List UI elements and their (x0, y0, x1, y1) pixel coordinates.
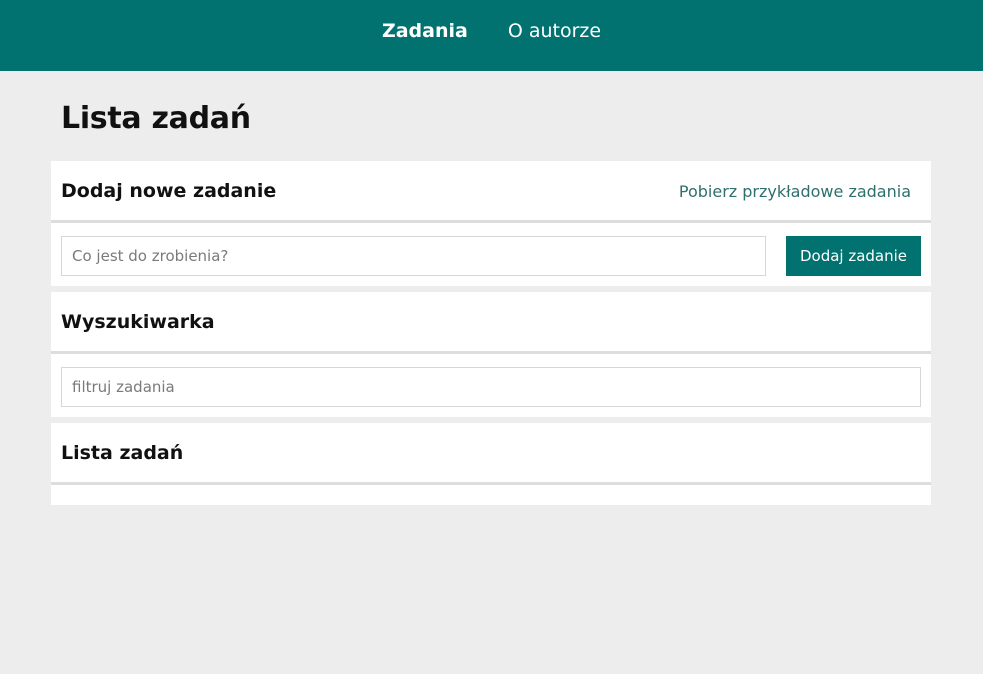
add-task-card-header: Dodaj nowe zadanie Pobierz przykładowe z… (51, 161, 931, 223)
nav-item-zadania[interactable]: Zadania (382, 20, 468, 48)
task-list-card: Lista zadań (51, 423, 931, 505)
main-nav: Zadania O autorze (0, 20, 983, 48)
search-card-body (51, 354, 931, 417)
add-task-card-body: Dodaj zadanie (51, 223, 931, 286)
search-card: Wyszukiwarka (51, 292, 931, 417)
new-task-input[interactable] (61, 236, 766, 276)
page-title: Lista zadań (61, 101, 251, 136)
task-list (51, 485, 931, 505)
fetch-sample-tasks-link[interactable]: Pobierz przykładowe zadania (679, 182, 911, 201)
filter-tasks-input[interactable] (61, 367, 921, 407)
task-list-title: Lista zadań (61, 442, 184, 464)
task-list-card-header: Lista zadań (51, 423, 931, 485)
add-task-card: Dodaj nowe zadanie Pobierz przykładowe z… (51, 161, 931, 286)
search-card-header: Wyszukiwarka (51, 292, 931, 354)
add-task-button[interactable]: Dodaj zadanie (786, 236, 921, 276)
add-task-title: Dodaj nowe zadanie (61, 180, 277, 202)
nav-item-o-autorze[interactable]: O autorze (508, 20, 601, 48)
top-navbar: Zadania O autorze (0, 0, 983, 71)
search-title: Wyszukiwarka (61, 311, 215, 333)
